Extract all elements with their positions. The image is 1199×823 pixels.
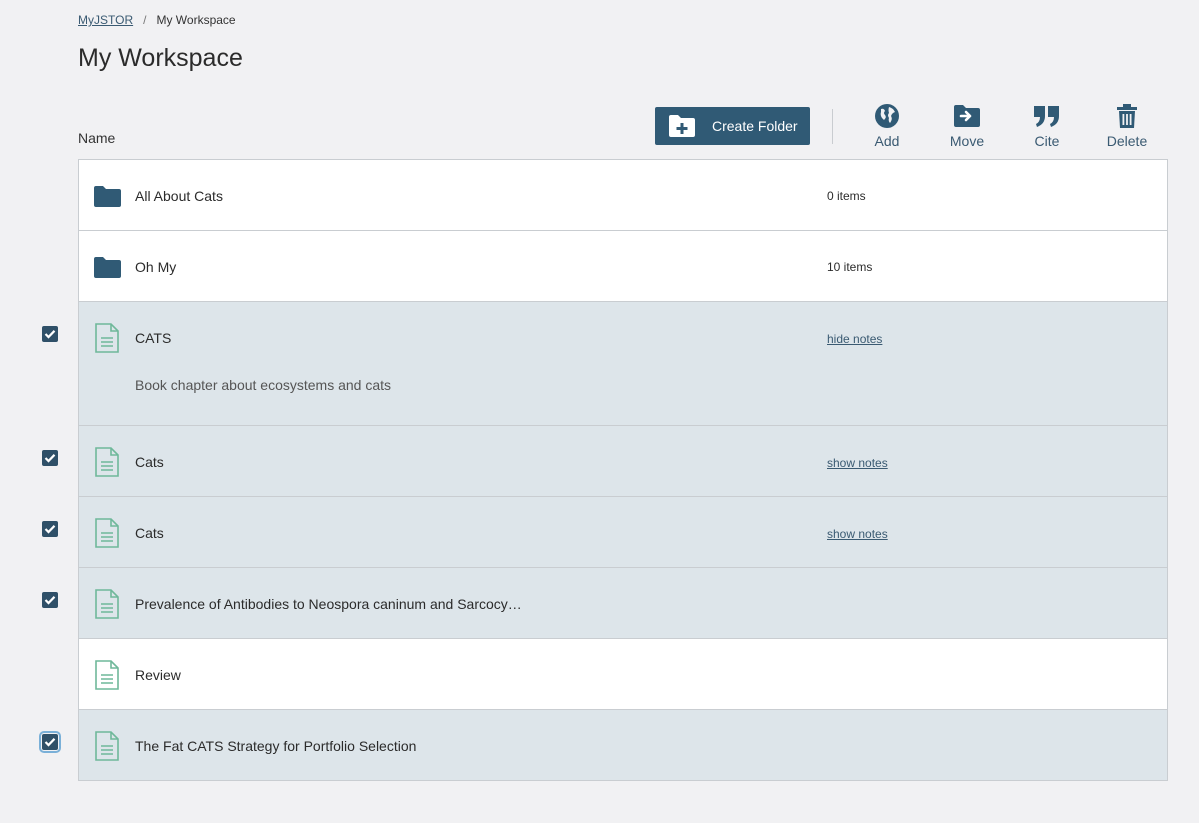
item-count: 0 items — [827, 189, 866, 203]
breadcrumb: MyJSTOR / My Workspace — [78, 13, 236, 27]
show-notes-link[interactable]: show notes — [827, 456, 888, 470]
list-item-document[interactable]: The Fat CATS Strategy for Portfolio Sele… — [79, 710, 1167, 781]
add-label: Add — [874, 133, 900, 149]
item-title[interactable]: The Fat CATS Strategy for Portfolio Sele… — [135, 738, 416, 754]
folder-icon — [93, 252, 121, 282]
item-title[interactable]: Cats — [135, 454, 164, 470]
checkmark-icon — [44, 454, 56, 463]
hide-notes-link[interactable]: hide notes — [827, 332, 882, 346]
list-item-document[interactable]: Cats show notes — [79, 426, 1167, 497]
item-count: 10 items — [827, 260, 873, 274]
list-item-folder[interactable]: Oh My 10 items — [79, 231, 1167, 302]
delete-label: Delete — [1106, 133, 1148, 149]
list-item-document[interactable]: Review — [79, 639, 1167, 710]
folder-plus-icon — [668, 114, 696, 138]
delete-button[interactable]: Delete — [1097, 103, 1157, 151]
row-checkbox-prevalence[interactable] — [42, 592, 58, 608]
row-checkbox-cats-chapter[interactable] — [42, 326, 58, 342]
row-checkbox-fat-cats[interactable] — [39, 731, 61, 753]
document-icon — [93, 731, 121, 761]
checkmark-icon — [44, 330, 56, 339]
breadcrumb-separator: / — [143, 13, 147, 27]
cite-button[interactable]: Cite — [1017, 103, 1077, 151]
move-label: Move — [949, 133, 985, 149]
add-button[interactable]: Add — [857, 103, 917, 151]
workspace-list: All About Cats 0 items Oh My 10 items CA… — [78, 159, 1168, 781]
item-title[interactable]: Prevalence of Antibodies to Neospora can… — [135, 596, 522, 612]
list-item-document[interactable]: CATS hide notes Book chapter about ecosy… — [79, 302, 1167, 426]
create-folder-label: Create Folder — [712, 118, 798, 134]
folder-icon — [93, 181, 121, 211]
document-icon — [93, 447, 121, 477]
show-notes-link[interactable]: show notes — [827, 527, 888, 541]
breadcrumb-current: My Workspace — [156, 13, 236, 27]
checkmark-icon — [44, 596, 56, 605]
list-item-document[interactable]: Prevalence of Antibodies to Neospora can… — [79, 568, 1167, 639]
page-title: My Workspace — [78, 44, 243, 72]
globe-icon — [874, 103, 900, 129]
document-icon — [93, 660, 121, 690]
trash-icon — [1116, 103, 1138, 129]
item-notes: Book chapter about ecosystems and cats — [135, 377, 392, 393]
toolbar-divider — [832, 109, 833, 144]
item-title[interactable]: Cats — [135, 525, 164, 541]
checkmark-icon — [44, 738, 56, 747]
document-icon — [93, 589, 121, 619]
list-item-folder[interactable]: All About Cats 0 items — [79, 160, 1167, 231]
list-item-document[interactable]: Cats show notes — [79, 497, 1167, 568]
document-icon — [93, 323, 121, 353]
breadcrumb-link-myjstor[interactable]: MyJSTOR — [78, 13, 133, 27]
checkmark-icon — [44, 525, 56, 534]
move-button[interactable]: Move — [937, 103, 997, 151]
folder-move-icon — [953, 103, 981, 129]
item-title[interactable]: Review — [135, 667, 181, 683]
document-icon — [93, 518, 121, 548]
create-folder-button[interactable]: Create Folder — [655, 107, 810, 145]
row-checkbox-cats-1[interactable] — [42, 450, 58, 466]
cite-label: Cite — [1034, 133, 1060, 149]
row-checkbox-cats-2[interactable] — [42, 521, 58, 537]
item-title[interactable]: CATS — [135, 330, 171, 346]
quote-icon — [1033, 103, 1061, 129]
item-title[interactable]: All About Cats — [135, 188, 223, 204]
item-title[interactable]: Oh My — [135, 259, 176, 275]
column-header-name: Name — [78, 130, 116, 146]
